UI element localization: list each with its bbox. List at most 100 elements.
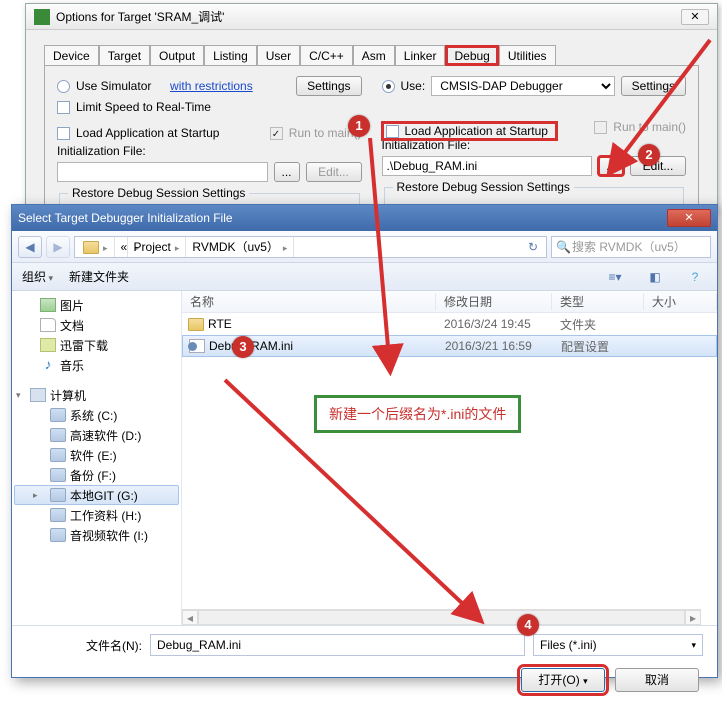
tab-asm[interactable]: Asm xyxy=(353,45,395,66)
preview-pane-button[interactable]: ◧ xyxy=(643,267,667,287)
filename-input[interactable] xyxy=(150,634,525,656)
file-row-rte[interactable]: RTE 2016/3/24 19:45 文件夹 xyxy=(182,313,717,335)
side-downloads[interactable]: 迅雷下载 xyxy=(14,335,179,355)
file-row-debug-ram[interactable]: Debug_RAM.ini 2016/3/21 16:59 配置设置 xyxy=(182,335,717,357)
file-type-filter[interactable]: Files (*.ini) ▾ xyxy=(533,634,703,656)
side-drive-i[interactable]: 音视频软件 (I:) xyxy=(14,525,179,545)
debug-tab-body: Use Simulator with restrictions Settings… xyxy=(44,65,699,220)
open-button[interactable]: 打开(O) ▾ xyxy=(521,668,605,692)
h-scrollbar[interactable]: ◂▸ xyxy=(182,609,701,625)
left-load-app-check[interactable] xyxy=(57,127,70,140)
chevron-down-icon: ▾ xyxy=(691,640,696,651)
annotation-green-box: 新建一个后缀名为*.ini的文件 xyxy=(314,395,521,433)
debug-right-col: Use: CMSIS-DAP Debugger Settings Load Ap… xyxy=(382,76,687,213)
tab-target[interactable]: Target xyxy=(99,45,150,66)
right-init-file-label: Initialization File: xyxy=(382,138,471,152)
use-simulator-label: Use Simulator xyxy=(76,79,151,93)
crumb-project[interactable]: Project▸ xyxy=(128,237,187,257)
left-edit-button[interactable]: Edit... xyxy=(306,162,362,182)
nav-bar: ◀ ▶ ▸ « ▸ Project▸ RVMDK（uv5）▸ ↻ 🔍 搜索 RV… xyxy=(12,231,717,263)
side-documents[interactable]: 文档 xyxy=(14,315,179,335)
new-folder-button[interactable]: 新建文件夹 xyxy=(69,268,129,285)
tab-utilities[interactable]: Utilities xyxy=(499,45,556,66)
options-title: Options for Target 'SRAM_调试' xyxy=(56,8,681,25)
file-dialog-footer: 文件名(N): Files (*.ini) ▾ 打开(O) ▾ 取消 xyxy=(12,625,717,705)
left-run-main-check xyxy=(270,127,283,140)
file-toolbar: 组织 新建文件夹 ≡▾ ◧ ? xyxy=(12,263,717,291)
documents-icon xyxy=(40,318,56,332)
ini-file-icon xyxy=(189,339,205,353)
nav-forward-button: ▶ xyxy=(46,236,70,258)
chevron-right-icon[interactable]: ▸ xyxy=(33,490,38,501)
help-icon[interactable]: ? xyxy=(683,267,707,287)
tab-output[interactable]: Output xyxy=(150,45,204,66)
close-icon[interactable]: ✕ xyxy=(667,209,711,227)
right-init-file-input[interactable] xyxy=(382,156,593,176)
tab-listing[interactable]: Listing xyxy=(204,45,257,66)
limit-speed-check[interactable] xyxy=(57,101,70,114)
left-restore-legend: Restore Debug Session Settings xyxy=(68,186,249,200)
right-settings-button[interactable]: Settings xyxy=(621,76,686,96)
folder-icon xyxy=(83,241,99,254)
chevron-down-icon[interactable]: ▾ xyxy=(16,390,21,401)
side-drive-h[interactable]: 工作资料 (H:) xyxy=(14,505,179,525)
col-size[interactable]: 大小 xyxy=(644,293,717,310)
view-mode-button[interactable]: ≡▾ xyxy=(603,267,627,287)
col-type[interactable]: 类型 xyxy=(552,293,644,310)
side-drive-g[interactable]: ▸ 本地GIT (G:) xyxy=(14,485,179,505)
thunder-icon xyxy=(40,338,56,352)
breadcrumb[interactable]: ▸ « ▸ Project▸ RVMDK（uv5）▸ ↻ xyxy=(74,236,547,258)
right-browse-button[interactable]: ... xyxy=(598,156,624,176)
file-dialog-title: Select Target Debugger Initialization Fi… xyxy=(18,211,667,225)
file-pane: 名称 修改日期 类型 大小 RTE 2016/3/24 19:45 文件夹 De… xyxy=(182,291,717,625)
use-debugger-radio[interactable] xyxy=(382,80,395,93)
search-input[interactable]: 🔍 搜索 RVMDK（uv5） xyxy=(551,236,711,258)
limit-speed-label: Limit Speed to Real-Time xyxy=(76,100,211,114)
restrictions-link[interactable]: with restrictions xyxy=(170,79,253,93)
tab-debug[interactable]: Debug xyxy=(445,45,498,66)
side-drive-f[interactable]: 备份 (F:) xyxy=(14,465,179,485)
right-load-app-check[interactable] xyxy=(386,125,399,138)
side-drive-e[interactable]: 软件 (E:) xyxy=(14,445,179,465)
col-date[interactable]: 修改日期 xyxy=(436,293,552,310)
tab-user[interactable]: User xyxy=(257,45,300,66)
left-settings-button[interactable]: Settings xyxy=(296,76,361,96)
side-drive-d[interactable]: 高速软件 (D:) xyxy=(14,425,179,445)
side-drive-c[interactable]: 系统 (C:) xyxy=(14,405,179,425)
column-header-row: 名称 修改日期 类型 大小 xyxy=(182,291,717,313)
right-run-main-check xyxy=(594,121,607,134)
crumb-rvmdk[interactable]: RVMDK（uv5）▸ xyxy=(186,237,294,257)
nav-back-button[interactable]: ◀ xyxy=(18,236,42,258)
options-dialog: Options for Target 'SRAM_调试' ✕ Device Ta… xyxy=(25,3,718,213)
close-icon[interactable]: ✕ xyxy=(681,9,709,25)
debugger-select[interactable]: CMSIS-DAP Debugger xyxy=(431,76,614,96)
hdd-icon xyxy=(50,448,66,462)
left-browse-button[interactable]: ... xyxy=(274,162,300,182)
use-simulator-radio[interactable] xyxy=(57,80,70,93)
right-restore-legend: Restore Debug Session Settings xyxy=(393,180,574,194)
hdd-icon xyxy=(50,468,66,482)
organize-button[interactable]: 组织 xyxy=(22,268,53,285)
search-icon: 🔍 xyxy=(556,240,570,254)
side-music[interactable]: ♪ 音乐 xyxy=(14,355,179,375)
side-computer[interactable]: ▾ 计算机 xyxy=(14,385,179,405)
options-tabs: Device Target Output Listing User C/C++ … xyxy=(26,30,717,65)
file-dialog: Select Target Debugger Initialization Fi… xyxy=(11,204,718,678)
file-list: RTE 2016/3/24 19:45 文件夹 Debug_RAM.ini 20… xyxy=(182,313,717,625)
col-name[interactable]: 名称 xyxy=(182,293,436,310)
hdd-icon xyxy=(50,408,66,422)
file-dialog-titlebar: Select Target Debugger Initialization Fi… xyxy=(12,205,717,231)
annotation-badge-4: 4 xyxy=(517,614,539,636)
side-nav: 图片 文档 迅雷下载 ♪ 音乐 ▾ 计算机 系统 (C:) 高速软件 (D:) xyxy=(12,291,182,625)
options-titlebar: Options for Target 'SRAM_调试' ✕ xyxy=(26,4,717,30)
right-run-main-label: Run to main() xyxy=(613,120,686,134)
tab-linker[interactable]: Linker xyxy=(395,45,446,66)
left-init-file-input[interactable] xyxy=(57,162,268,182)
computer-icon xyxy=(30,388,46,402)
annotation-badge-1: 1 xyxy=(348,115,370,137)
tab-cpp[interactable]: C/C++ xyxy=(300,45,353,66)
refresh-icon[interactable]: ↻ xyxy=(522,240,544,254)
cancel-button[interactable]: 取消 xyxy=(615,668,699,692)
tab-device[interactable]: Device xyxy=(44,45,99,66)
side-pictures[interactable]: 图片 xyxy=(14,295,179,315)
